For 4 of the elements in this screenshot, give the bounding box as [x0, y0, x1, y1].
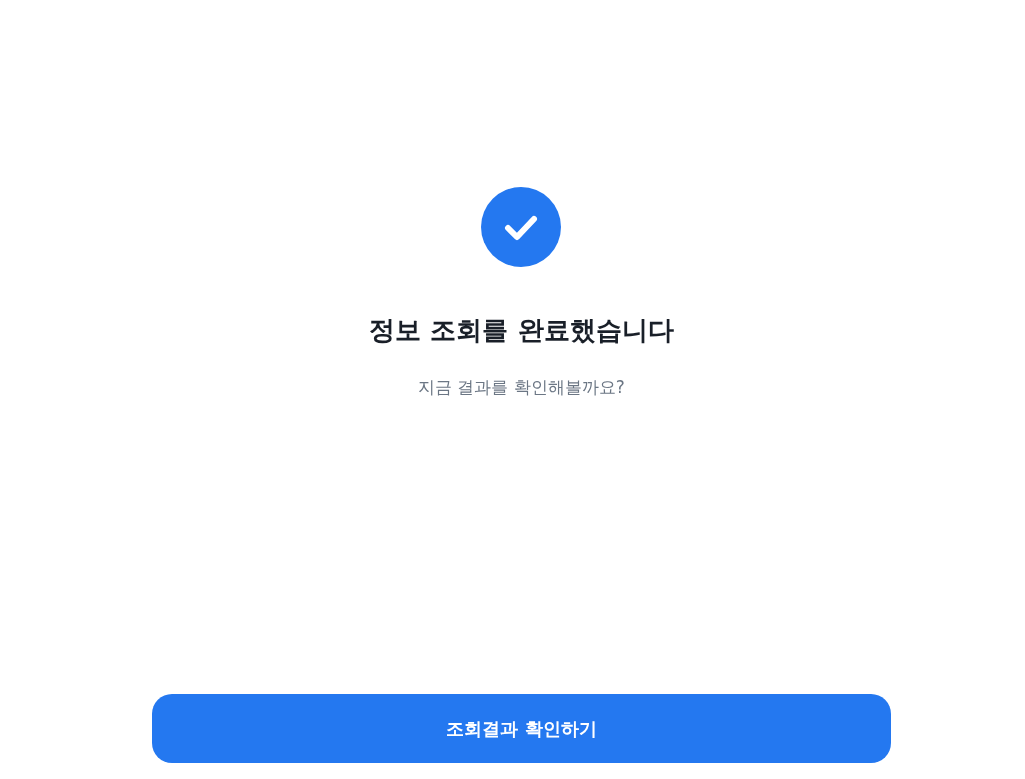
view-results-button[interactable]: 조회결과 확인하기	[152, 694, 891, 763]
check-circle-icon	[481, 187, 562, 267]
completion-title: 정보 조회를 완료했습니다	[369, 314, 674, 347]
completion-subtitle: 지금 결과를 확인해볼까요?	[418, 376, 625, 399]
